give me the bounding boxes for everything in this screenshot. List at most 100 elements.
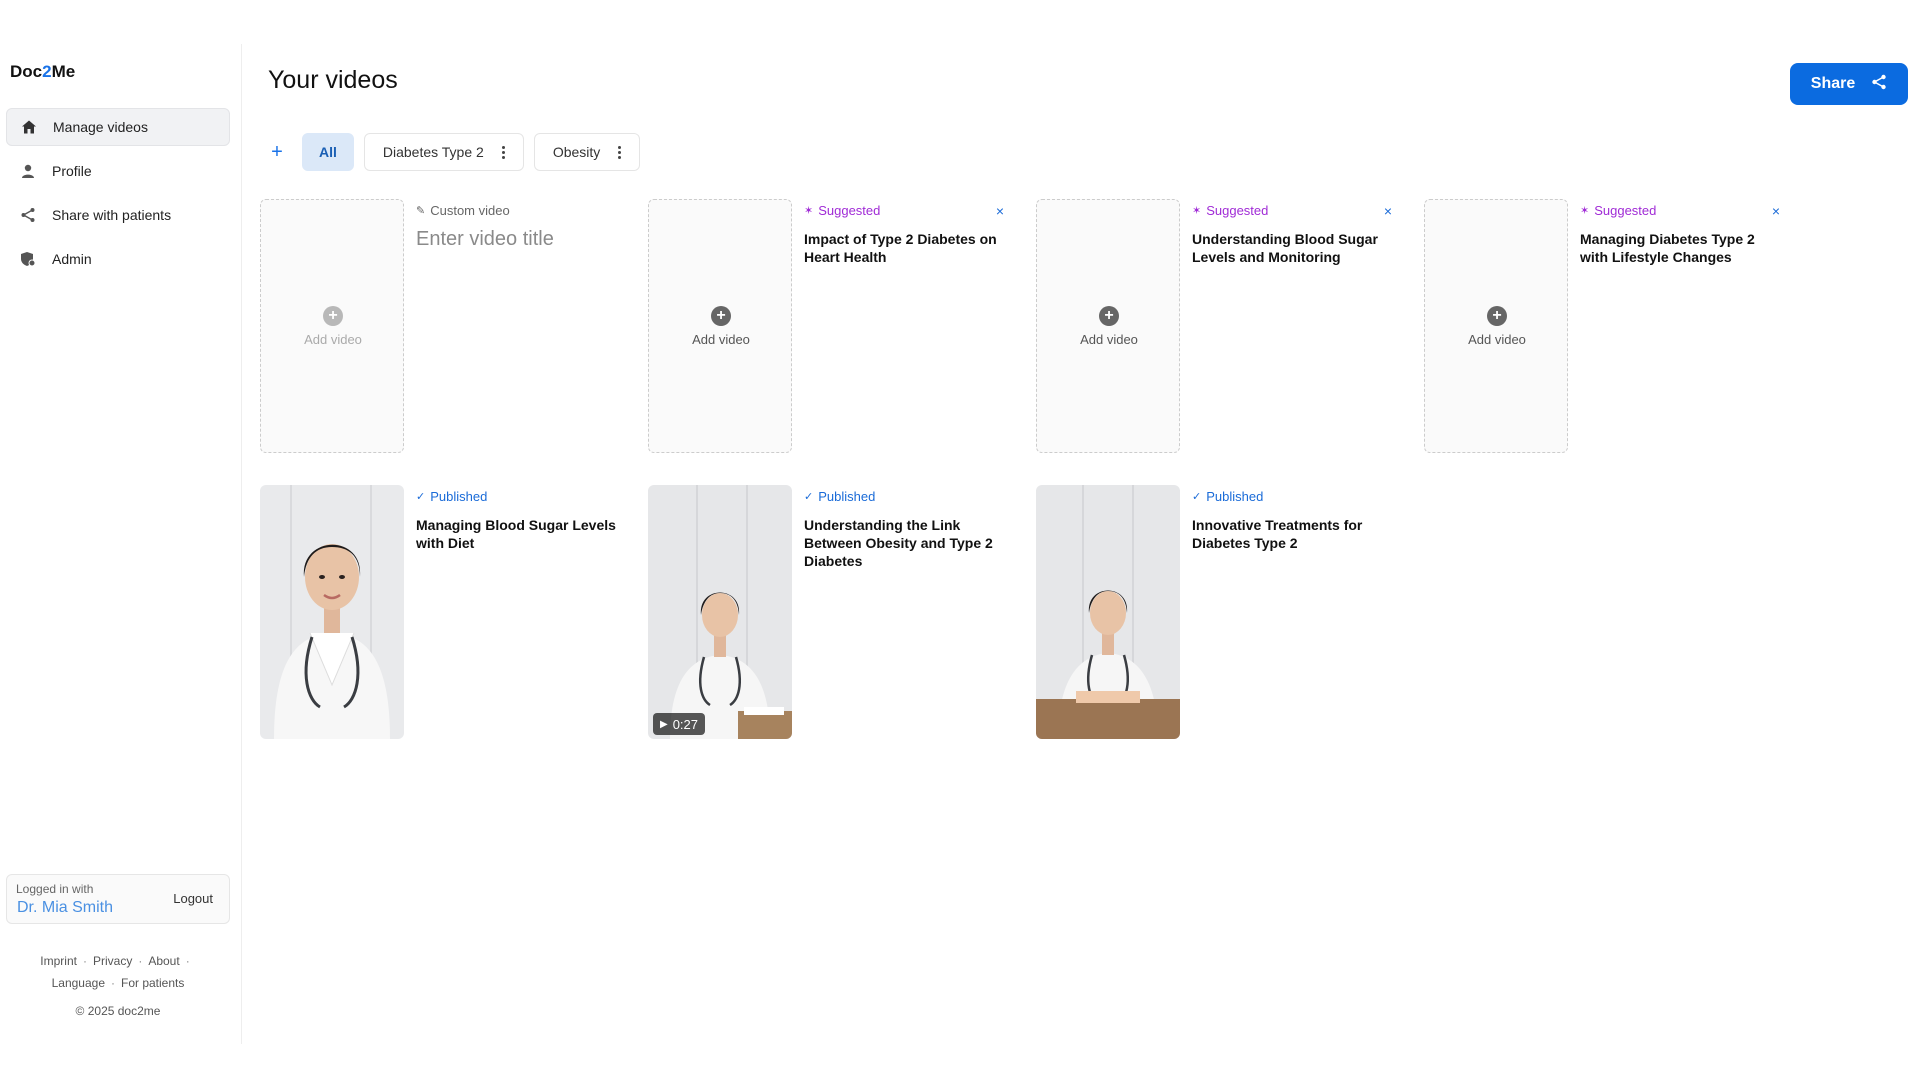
separator: · [185, 954, 190, 968]
separator: · [111, 976, 115, 990]
separator: · [82, 954, 87, 968]
video-info: ✎ Custom video [416, 203, 616, 251]
status-label: Suggested [1594, 203, 1657, 218]
status-badge: ✶ Suggested [1580, 203, 1780, 218]
status-badge: ✓ Published [1192, 489, 1392, 504]
video-title-input[interactable] [416, 228, 616, 251]
logout-button[interactable]: Logout [173, 891, 213, 906]
video-title: Managing Diabetes Type 2 with Lifestyle … [1580, 231, 1755, 265]
share-button[interactable]: Share [1790, 63, 1908, 105]
footer-link-about[interactable]: About [148, 954, 179, 968]
sidebar-item-label: Manage videos [53, 119, 148, 135]
video-title: Managing Blood Sugar Levels with Diet [416, 517, 616, 551]
video-title: Innovative Treatments for Diabetes Type … [1192, 517, 1363, 551]
video-title: Impact of Type 2 Diabetes on Heart Healt… [804, 231, 997, 265]
separator: · [138, 954, 143, 968]
doctor-portrait-image [1036, 485, 1180, 739]
add-video-button[interactable]: + Add video [261, 306, 403, 347]
video-placeholder: + Add video [260, 199, 404, 453]
magic-wand-icon: ✶ [1580, 205, 1590, 217]
footer-link-privacy[interactable]: Privacy [93, 954, 132, 968]
video-info: ✶ Suggested Impact of Type 2 Diabetes on… [804, 203, 1004, 266]
status-label: Published [430, 489, 488, 504]
add-video-label: Add video [304, 332, 362, 347]
dismiss-icon[interactable]: × [996, 203, 1004, 219]
tab-obesity[interactable]: Obesity [533, 133, 641, 171]
doctor-portrait-image [260, 485, 404, 739]
status-label: Suggested [1206, 203, 1269, 218]
status-badge: ✶ Suggested [804, 203, 1004, 218]
magic-wand-icon: ✶ [1192, 205, 1202, 217]
tab-label: Obesity [552, 144, 601, 160]
sidebar-item-share-with-patients[interactable]: Share with patients [6, 196, 230, 234]
add-video-label: Add video [692, 332, 750, 347]
logged-in-user[interactable]: Dr. Mia Smith [17, 899, 113, 917]
logo[interactable]: Doc2Me [10, 62, 75, 82]
video-card-published: ▶ 0:27 ✓ Published Understanding the Lin… [648, 485, 1018, 739]
login-info: Logged in with Dr. Mia Smith Logout [6, 874, 230, 924]
category-tabs: + All Diabetes Type 2 Obesity [266, 133, 650, 171]
add-video-button[interactable]: + Add video [649, 306, 791, 347]
sidebar-item-profile[interactable]: Profile [6, 152, 230, 190]
sidebar-nav: Manage videos Profile Share with patient… [6, 108, 230, 284]
footer-link-language[interactable]: Language [52, 976, 105, 990]
check-icon: ✓ [804, 491, 814, 503]
check-icon: ✓ [416, 491, 426, 503]
add-circle-icon: + [1487, 306, 1507, 326]
dismiss-icon[interactable]: × [1772, 203, 1780, 219]
sidebar-item-manage-videos[interactable]: Manage videos [6, 108, 230, 146]
add-category-button[interactable]: + [266, 141, 288, 164]
add-circle-icon: + [323, 306, 343, 326]
video-placeholder: + Add video [1424, 199, 1568, 453]
share-icon [18, 205, 38, 225]
video-info: ✓ Published Understanding the Link Betwe… [804, 489, 1004, 570]
video-placeholder: + Add video [648, 199, 792, 453]
video-title: Understanding the Link Between Obesity a… [804, 517, 993, 569]
video-card-suggested: + Add video ✶ Suggested Impact of Type 2… [648, 199, 1018, 453]
video-thumbnail[interactable] [1036, 485, 1180, 739]
status-label: Published [1206, 489, 1264, 504]
add-video-button[interactable]: + Add video [1037, 306, 1179, 347]
admin-shield-icon [18, 249, 38, 269]
footer-link-for-patients[interactable]: For patients [121, 976, 184, 990]
sidebar-item-admin[interactable]: Admin [6, 240, 230, 278]
video-info: ✓ Published Innovative Treatments for Di… [1192, 489, 1392, 552]
play-icon: ▶ [660, 718, 668, 730]
video-card-published: ✓ Published Innovative Treatments for Di… [1036, 485, 1406, 739]
login-caption: Logged in with [16, 882, 94, 896]
logo-text-me: Me [51, 62, 76, 81]
tab-all[interactable]: All [302, 133, 354, 171]
video-thumbnail[interactable]: ▶ 0:27 [648, 485, 792, 739]
add-video-label: Add video [1468, 332, 1526, 347]
sidebar-item-label: Share with patients [52, 207, 172, 223]
app-root: Doc2Me Manage videos Profile Share with … [0, 0, 1920, 1079]
sidebar-item-label: Profile [52, 163, 92, 179]
tab-diabetes-type-2[interactable]: Diabetes Type 2 [363, 133, 524, 171]
tab-label: All [319, 144, 337, 160]
status-badge: ✓ Published [804, 489, 1004, 504]
more-options-icon[interactable] [618, 145, 622, 159]
tab-label: Diabetes Type 2 [382, 144, 484, 160]
logo-text-doc: Doc [10, 62, 43, 81]
video-card-custom: + Add video ✎ Custom video [260, 199, 630, 453]
logo-text-2: 2 [42, 62, 52, 81]
share-button-label: Share [1810, 75, 1856, 92]
status-badge: ✓ Published [416, 489, 616, 504]
magic-wand-icon: ✶ [804, 205, 814, 217]
more-options-icon[interactable] [501, 145, 505, 159]
add-circle-icon: + [1099, 306, 1119, 326]
video-card-suggested: + Add video ✶ Suggested Managing Diabete… [1424, 199, 1794, 453]
video-card-suggested: + Add video ✶ Suggested Understanding Bl… [1036, 199, 1406, 453]
status-badge: ✎ Custom video [416, 203, 616, 218]
video-duration-badge: ▶ 0:27 [653, 713, 706, 735]
copyright: © 2025 doc2me [75, 1004, 161, 1018]
add-video-button[interactable]: + Add video [1425, 306, 1567, 347]
status-label: Custom video [430, 203, 510, 218]
video-placeholder: + Add video [1036, 199, 1180, 453]
footer-links: Imprint · Privacy · About · Language · For pati… [0, 950, 236, 994]
dismiss-icon[interactable]: × [1384, 203, 1392, 219]
check-icon: ✓ [1192, 491, 1202, 503]
footer-link-imprint[interactable]: Imprint [40, 954, 77, 968]
video-thumbnail[interactable] [260, 485, 404, 739]
home-icon [19, 117, 39, 137]
